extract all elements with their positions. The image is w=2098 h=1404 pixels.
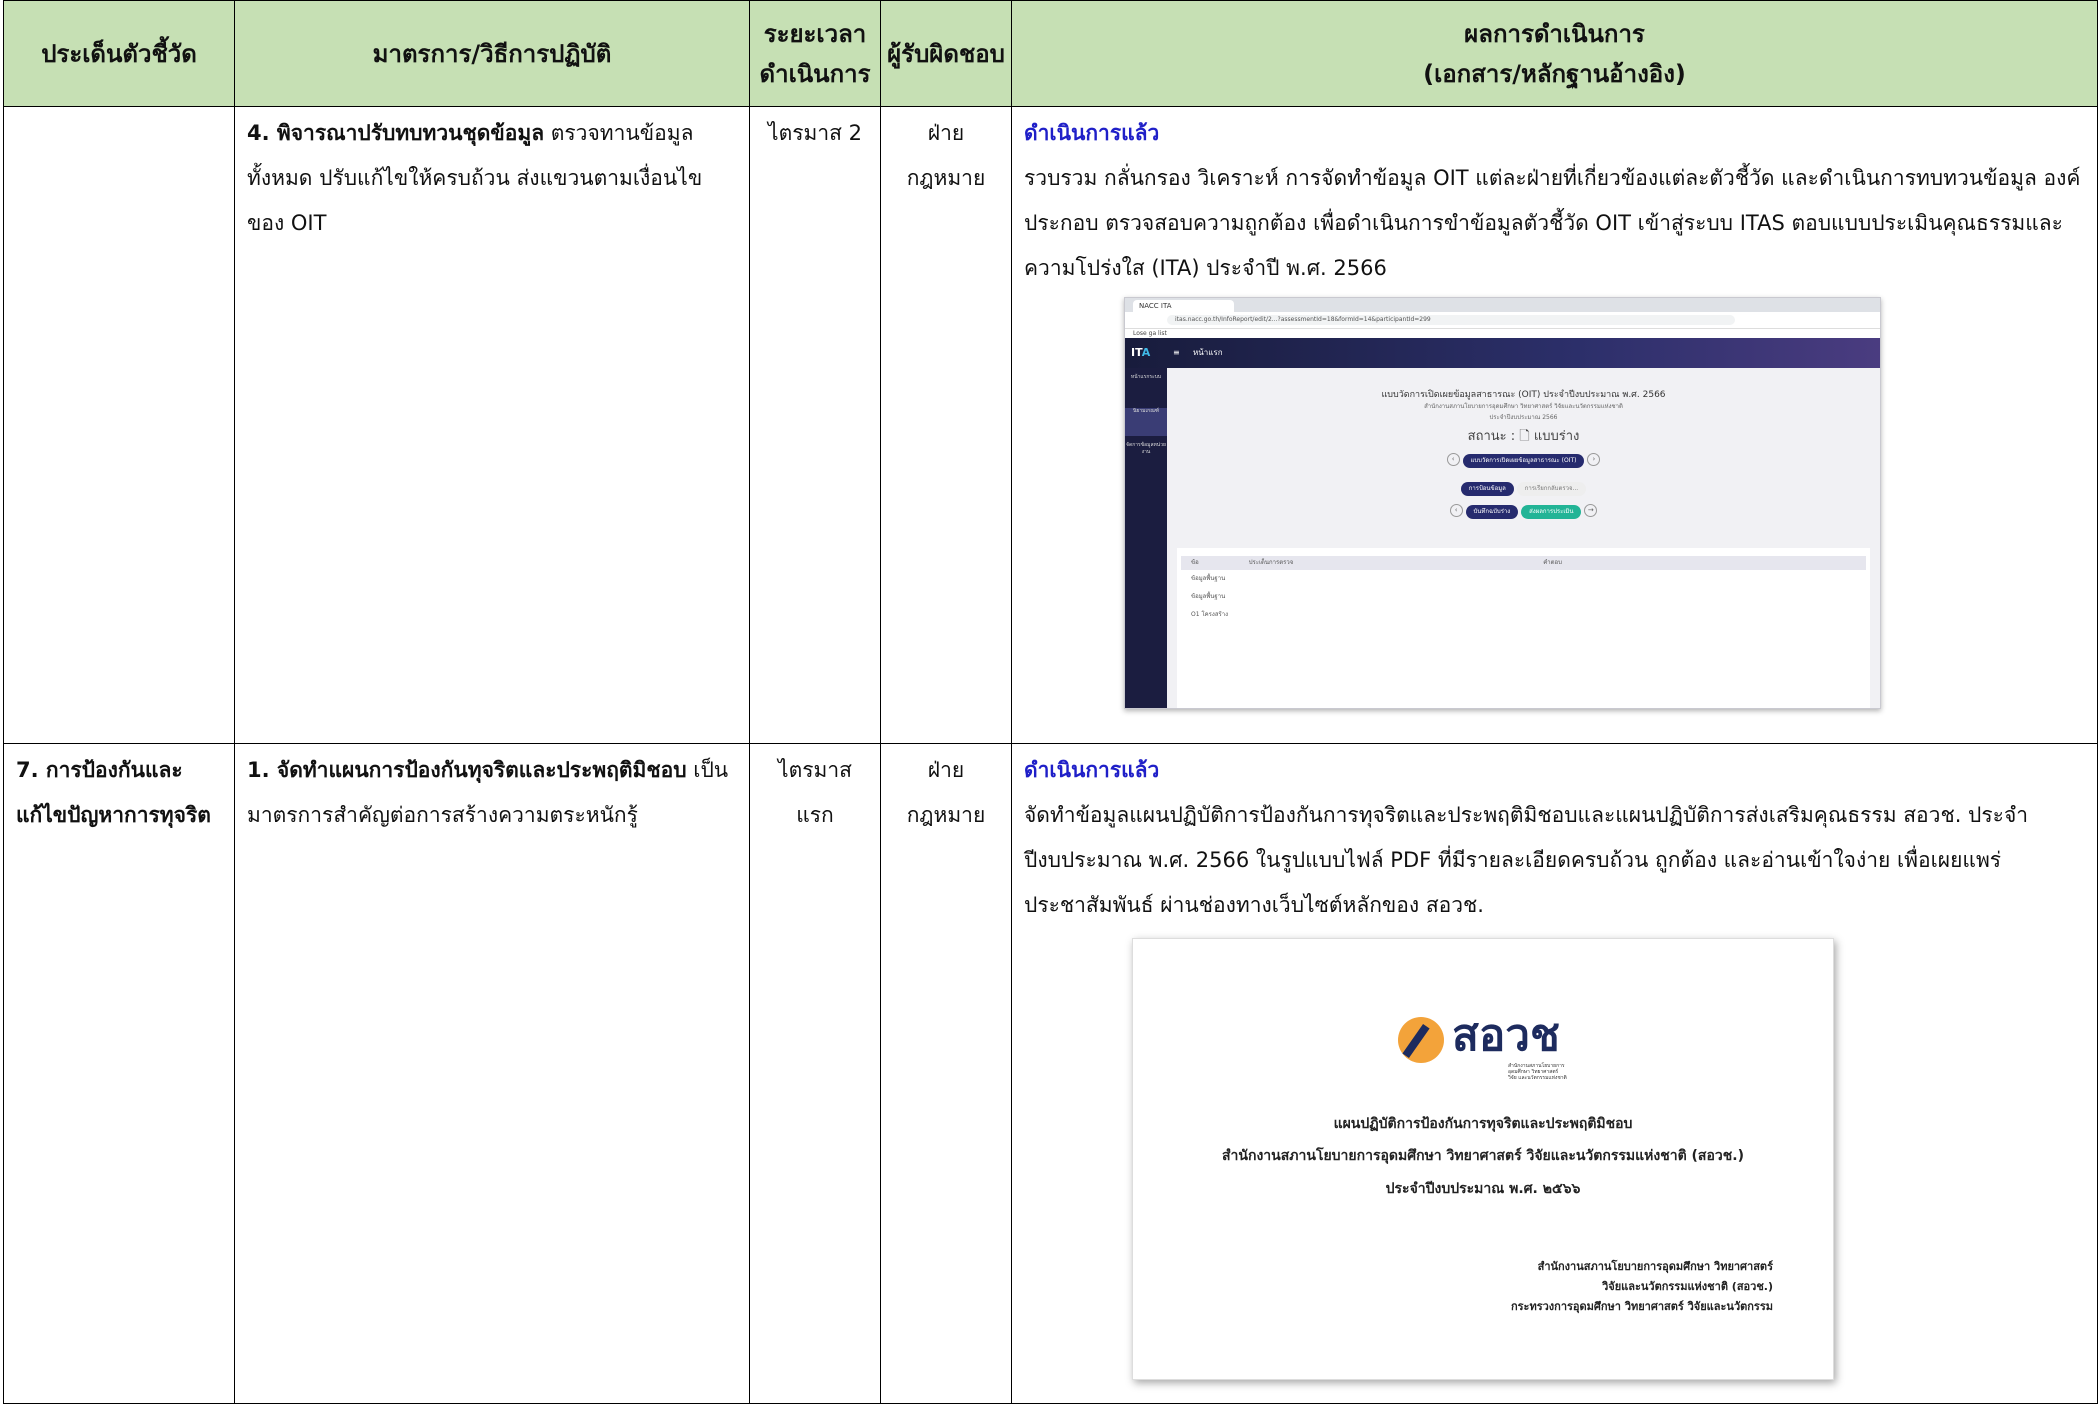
header-indicator: ประเด็นตัวชี้วัด: [3, 0, 235, 107]
menu-icon: ≡: [1173, 348, 1180, 357]
period-cell: ไตรมาส 2: [749, 106, 881, 744]
next-icon: ›: [1587, 453, 1601, 466]
header-result: ผลการดำเนินการ (เอกสาร/หลักฐานอ้างอิง): [1011, 0, 2098, 107]
form-fy: ประจำปีงบประมาณ 2566: [1489, 414, 1558, 421]
submit-button: ส่งผลการประเมิน: [1521, 505, 1582, 519]
measure-title: 1. จัดทำแผนการป้องกันทุจริตและประพฤติมิช…: [247, 758, 687, 782]
result-text: จัดทำข้อมูลแผนปฏิบัติการป้องกันการทุจริต…: [1024, 803, 2029, 917]
brand-subtitle: สำนักงานสภานโยบายการอุดมศึกษา วิทยาศาสตร…: [1508, 1063, 1567, 1081]
form-title: แบบวัดการเปิดเผยข้อมูลสาธารณะ (OIT) ประจ…: [1381, 390, 1666, 400]
doc-org-3: กระทรวงการอุดมศึกษา วิทยาศาสตร์ วิจัยและ…: [1510, 1300, 1773, 1313]
measure-title: 4. พิจารณาปรับทบทวนชุดข้อมูล: [247, 121, 545, 145]
header-measure: มาตรการ/วิธีการปฏิบัติ: [234, 0, 750, 107]
form-table: ข้อ ประเด็นการตรวจ คำตอบ ข้อมูลพื้นฐาน ข้อ…: [1177, 548, 1870, 708]
browser-tab: NACC ITA: [1133, 300, 1234, 312]
table-row: 7. การป้องกันและแก้ไขปัญหาการทุจริต 1. จ…: [3, 743, 2098, 1404]
form-table-row: O1 โครงสร้าง: [1191, 611, 1229, 618]
url-bar: itas.nacc.go.th/InfoReport/edit/2...?ass…: [1167, 315, 1735, 325]
form-state: สถานะ : 🗋 แบบร่าง: [1467, 429, 1580, 444]
measure-cell: 1. จัดทำแผนการป้องกันทุจริตและประพฤติมิช…: [234, 743, 750, 1404]
result-text: รวบรวม กลั่นกรอง วิเคราะห์ การจัดทำข้อมู…: [1024, 166, 2081, 280]
form-table-row: ข้อมูลพื้นฐาน: [1191, 593, 1226, 600]
doc-title-2: สำนักงานสภานโยบายการอุดมศึกษา วิทยาศาสตร…: [1222, 1148, 1744, 1164]
form-agency: สำนักงานสภานโยบายการอุดมศึกษา วิทยาศาสตร…: [1424, 403, 1623, 410]
prev-icon: ‹: [1446, 453, 1460, 466]
app-header: ITA ≡ หน้าแรก: [1125, 338, 1880, 368]
itas-screenshot: NACC ITA itas.nacc.go.th/InfoReport/edit…: [1124, 297, 1881, 709]
tsri-logo: สอวช สำนักงานสภานโยบายการอุดมศึกษา วิทยา…: [1398, 1009, 1578, 1081]
header-period-line1: ระยะเวลา: [763, 19, 867, 48]
action-plan-table: ประเด็นตัวชี้วัด มาตรการ/วิธีการปฏิบัติ …: [3, 0, 2098, 1404]
side-item: จัดการข้อมูลหน่วยงาน: [1126, 442, 1166, 455]
header-result-line1: ผลการดำเนินการ: [1464, 19, 1645, 48]
header-result-line2: (เอกสาร/หลักฐานอ้างอิง): [1423, 59, 1686, 88]
menu-home: หน้าแรก: [1193, 348, 1223, 357]
header-owner: ผู้รับผิดชอบ: [880, 0, 1012, 107]
result-cell: ดำเนินการแล้ว จัดทำข้อมูลแผนปฏิบัติการป้…: [1011, 743, 2098, 1404]
side-item: หน้าแรกระบบ: [1130, 374, 1162, 380]
status-label: ดำเนินการแล้ว: [1024, 121, 1160, 145]
doc-title-3: ประจำปีงบประมาณ พ.ศ. ๒๕๖๖: [1385, 1181, 1581, 1197]
form-table-row: ข้อมูลพื้นฐาน: [1191, 575, 1226, 582]
doc-org-2: วิจัยและนวัตกรรมแห่งชาติ (สอวช.): [1602, 1280, 1773, 1293]
header-row: ประเด็นตัวชี้วัด มาตรการ/วิธีการปฏิบัติ …: [3, 0, 2098, 107]
owner-cell: ฝ่ายกฎหมาย: [880, 106, 1012, 744]
period-cell: ไตรมาสแรก: [749, 743, 881, 1404]
step1-pill: การป้อนข้อมูล: [1460, 482, 1514, 496]
prev-icon: ‹: [1449, 504, 1463, 517]
owner-cell: ฝ่ายกฎหมาย: [880, 743, 1012, 1404]
oit-pill: แบบวัดการเปิดเผยข้อมูลสาธารณะ (OIT): [1462, 454, 1585, 468]
brand-text: สอวช: [1452, 1010, 1560, 1061]
doc-org-1: สำนักงานสภานโยบายการอุดมศึกษา วิทยาศาสตร…: [1537, 1260, 1773, 1273]
form-content: แบบวัดการเปิดเผยข้อมูลสาธารณะ (OIT) ประจ…: [1167, 368, 1880, 708]
header-period-line2: ดำเนินการ: [759, 59, 871, 88]
header-period: ระยะเวลา ดำเนินการ: [749, 0, 881, 107]
indicator-cell: 7. การป้องกันและแก้ไขปัญหาการทุจริต: [3, 743, 235, 1404]
result-cell: ดำเนินการแล้ว รวบรวม กลั่นกรอง วิเคราะห์…: [1011, 106, 2098, 744]
itas-logo: ITA: [1131, 346, 1151, 359]
logo-mark-icon: [1398, 1017, 1444, 1063]
save-draft-button: บันทึกฉบับร่าง: [1465, 505, 1519, 519]
doc-title-1: แผนปฏิบัติการป้องกันการทุจริตและประพฤติม…: [1333, 1116, 1633, 1132]
side-nav: หน้าแรกระบบ นิยามเกณฑ์ จัดการข้อมูลหน่วย…: [1125, 368, 1167, 708]
table-row: 4. พิจารณาปรับทบทวนชุดข้อมูล ตรวจทานข้อม…: [3, 106, 2098, 744]
next-icon: →: [1584, 504, 1598, 517]
plan-document-cover: สอวช สำนักงานสภานโยบายการอุดมศึกษา วิทยา…: [1132, 938, 1834, 1380]
side-item: นิยามเกณฑ์: [1125, 408, 1167, 436]
status-label: ดำเนินการแล้ว: [1024, 758, 1160, 782]
indicator-cell: [3, 106, 235, 744]
measure-cell: 4. พิจารณาปรับทบทวนชุดข้อมูล ตรวจทานข้อม…: [234, 106, 750, 744]
step2-pill: การเรียกกลับตรวจ...: [1516, 482, 1587, 496]
